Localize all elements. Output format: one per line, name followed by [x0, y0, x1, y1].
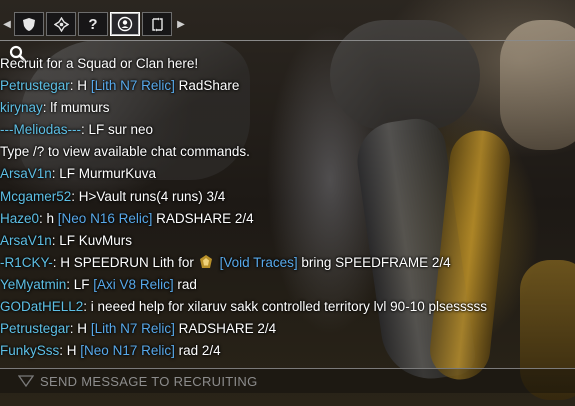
tab-clan[interactable]	[14, 12, 44, 36]
item-link[interactable]: [Axi V8 Relic]	[93, 277, 173, 292]
sender-name[interactable]: FunkySss	[0, 343, 59, 358]
message-text: : h	[39, 210, 58, 226]
message-text: : i neeed help for xilaruv sakk controll…	[83, 299, 487, 315]
shield-icon	[23, 17, 35, 31]
chat-tab-bar: ◀ ? ▶	[0, 10, 188, 38]
void-traces-icon	[199, 254, 212, 268]
message-text: : LF	[66, 276, 94, 292]
message-text: : H	[69, 78, 91, 94]
chat-message: -R1CKY-: H SPEEDRUN Lith for [Void Trace…	[0, 252, 575, 274]
item-link[interactable]: [Neo N16 Relic]	[58, 211, 153, 226]
sender-name[interactable]: Haze0	[0, 211, 39, 226]
message-text: : H SPEEDRUN Lith for	[52, 254, 194, 270]
item-link[interactable]: [Lith N7 Relic]	[91, 321, 175, 336]
chat-log: Recruit for a Squad or Clan here! Petrust…	[0, 53, 575, 362]
chat-message: ArsaV1n: LF KuvMurs	[0, 230, 575, 252]
sender-name[interactable]: Petrustegar	[0, 78, 70, 93]
tab-scroll-right-icon[interactable]: ▶	[174, 12, 188, 36]
message-text: bring SPEEDFRAME 2/4	[297, 254, 451, 270]
chat-message: ArsaV1n: LF MurmurKuva	[0, 163, 575, 185]
message-text: : LF sur neo	[81, 122, 154, 138]
sender-name[interactable]: ---Meliodas---	[0, 122, 81, 137]
message-text: : LF KuvMurs	[51, 232, 133, 248]
target-icon	[53, 16, 69, 32]
sender-name[interactable]: Mcgamer52	[0, 189, 71, 204]
chat-message: Type /? to view available chat commands.	[0, 141, 575, 163]
chat-message: ---Meliodas---: LF sur neo	[0, 119, 575, 141]
trade-icon	[151, 17, 163, 31]
sender-name[interactable]: ArsaV1n	[0, 233, 52, 248]
chat-input-placeholder[interactable]: SEND MESSAGE TO RECRUITING	[40, 374, 258, 389]
message-text: : H	[59, 343, 81, 359]
message-text: : H>Vault runs(4 runs) 3/4	[71, 188, 226, 204]
chat-message: GODatHELL2: i neeed help for xilaruv sak…	[0, 296, 575, 318]
tab-help[interactable]: ?	[78, 12, 108, 36]
sender-name[interactable]: ArsaV1n	[0, 166, 52, 181]
chat-message: YeMyatmin: LF [Axi V8 Relic] rad	[0, 274, 575, 296]
message-text: : lf mumurs	[42, 100, 110, 116]
tab-recruiting[interactable]	[110, 12, 140, 36]
sender-name[interactable]: kirynay	[0, 100, 43, 115]
recruit-icon	[117, 16, 133, 32]
message-text: : H	[69, 321, 91, 337]
sender-name[interactable]: YeMyatmin	[0, 277, 66, 292]
item-link[interactable]: [Void Traces]	[216, 255, 298, 270]
tab-scroll-left-icon[interactable]: ◀	[0, 12, 14, 36]
help-icon: ?	[88, 15, 98, 33]
chat-message: Mcgamer52: H>Vault runs(4 runs) 3/4	[0, 186, 575, 208]
tab-trading[interactable]	[142, 12, 172, 36]
chat-message: Haze0: h [Neo N16 Relic] RADSHARE 2/4	[0, 208, 575, 230]
message-text: Type /? to view available chat commands.	[0, 144, 250, 160]
chat-message: Recruit for a Squad or Clan here!	[0, 53, 575, 75]
sender-name[interactable]: -R1CKY-	[0, 255, 53, 270]
send-icon	[18, 375, 34, 388]
message-text: RadShare	[174, 78, 240, 94]
item-link[interactable]: [Neo N17 Relic]	[80, 343, 175, 358]
message-text: RADSHARE 2/4	[152, 210, 254, 226]
sender-name[interactable]: GODatHELL2	[0, 299, 83, 314]
chat-message: Petrustegar: H [Lith N7 Relic] RadShare	[0, 75, 575, 97]
chat-input-bar[interactable]: SEND MESSAGE TO RECRUITING	[0, 368, 575, 393]
sender-name[interactable]: Petrustegar	[0, 321, 70, 336]
tab-alliance[interactable]	[46, 12, 76, 36]
message-text: : LF MurmurKuva	[51, 166, 157, 182]
message-text: Recruit for a Squad or Clan here!	[0, 56, 199, 71]
chat-message: Petrustegar: H [Lith N7 Relic] RADSHARE …	[0, 318, 575, 340]
chat-message: kirynay: lf mumurs	[0, 97, 575, 119]
tab-divider	[0, 40, 575, 41]
chat-message: FunkySss: H [Neo N17 Relic] rad 2/4	[0, 340, 575, 362]
message-text: rad 2/4	[174, 343, 221, 359]
message-text: RADSHARE 2/4	[174, 321, 277, 337]
message-text: rad	[173, 276, 197, 292]
item-link[interactable]: [Lith N7 Relic]	[91, 78, 175, 93]
